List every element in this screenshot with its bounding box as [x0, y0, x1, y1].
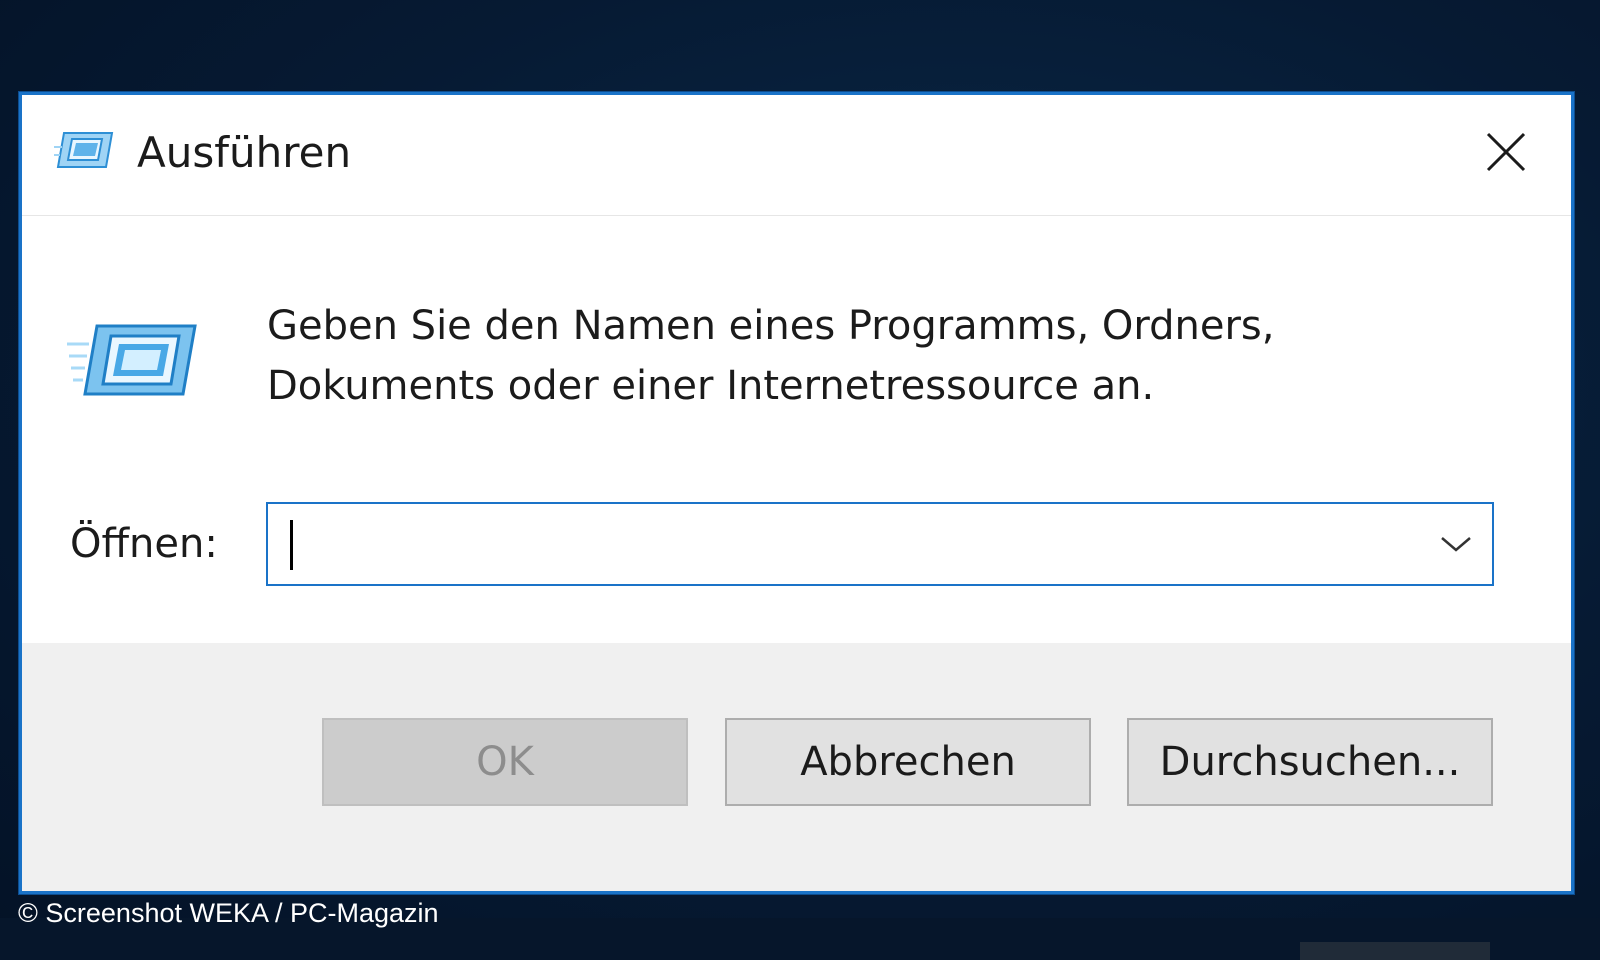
- ok-button[interactable]: OK: [322, 718, 688, 806]
- button-bar: OK Abbrechen Durchsuchen...: [22, 643, 1571, 891]
- open-input[interactable]: [268, 504, 1408, 584]
- open-combobox[interactable]: [266, 502, 1494, 586]
- run-icon: [54, 127, 116, 179]
- open-label: Öffnen:: [70, 521, 218, 567]
- browse-button[interactable]: Durchsuchen...: [1127, 718, 1493, 806]
- run-icon-large: [67, 316, 207, 411]
- description-text: Geben Sie den Namen eines Programms, Ord…: [267, 296, 1417, 416]
- title-bar: Ausführen: [22, 95, 1571, 216]
- taskbar-item: [1300, 942, 1490, 960]
- description-line-2: Dokuments oder einer Internetressource a…: [267, 363, 1155, 409]
- window-title: Ausführen: [137, 128, 352, 177]
- copyright-watermark: © Screenshot WEKA / PC-Magazin: [18, 898, 439, 928]
- description-line-1: Geben Sie den Namen eines Programms, Ord…: [267, 303, 1275, 349]
- cancel-button[interactable]: Abbrechen: [725, 718, 1091, 806]
- chevron-down-icon: [1441, 537, 1471, 552]
- text-caret: [290, 520, 293, 570]
- close-icon: [1486, 132, 1526, 172]
- dropdown-button[interactable]: [1426, 510, 1486, 578]
- close-button[interactable]: [1471, 120, 1541, 184]
- run-dialog: Ausführen Geben Sie den Namen eines Prog…: [19, 92, 1574, 894]
